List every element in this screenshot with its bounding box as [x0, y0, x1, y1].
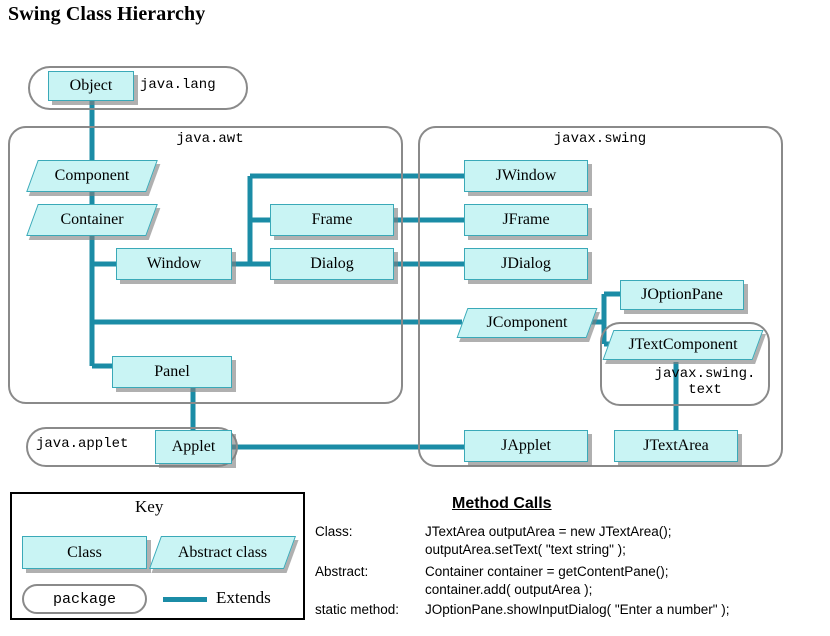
key-package-swatch: package — [22, 584, 147, 614]
key-title: Key — [135, 497, 164, 516]
class-node-container[interactable]: Container — [26, 204, 158, 236]
package-java-applet-label: java.applet — [36, 436, 129, 452]
key-class-label: Class — [67, 543, 102, 561]
method-calls-row-code-abstract-1: Container container = getContentPane(); — [425, 564, 669, 579]
package-javax-swing-label: javax.swing — [553, 131, 647, 147]
class-node-jcomponent-label: JComponent — [486, 314, 568, 331]
method-calls-row-code-abstract-2: container.add( outputArea ); — [425, 582, 593, 597]
class-node-dialog-label: Dialog — [310, 255, 354, 272]
class-node-container-label: Container — [60, 211, 124, 228]
class-node-window[interactable]: Window — [116, 248, 232, 280]
class-node-window-label: Window — [146, 255, 202, 272]
class-node-jdialog-label: JDialog — [501, 255, 551, 272]
key-extends-label: Extends — [216, 588, 271, 607]
method-calls-row-code-class-1: JTextArea outputArea = new JTextArea(); — [425, 524, 672, 539]
class-node-jframe-label: JFrame — [502, 211, 550, 228]
class-node-jtextcomponent-label: JTextComponent — [628, 336, 738, 353]
method-calls-title: Method Calls — [452, 495, 552, 512]
class-node-joptionpane[interactable]: JOptionPane — [620, 280, 744, 310]
method-calls-row-label-class: Class: — [315, 524, 353, 539]
class-node-jdialog[interactable]: JDialog — [464, 248, 588, 280]
class-node-applet[interactable]: Applet — [155, 430, 232, 464]
key-extends-line — [163, 597, 207, 602]
package-java-awt-label: java.awt — [176, 131, 244, 147]
method-calls-row-code-class-2: outputArea.setText( "text string" ); — [425, 542, 626, 557]
key-abstract-label: Abstract class — [177, 543, 268, 561]
page-title: Swing Class Hierarchy — [8, 3, 206, 25]
class-node-component-label: Component — [54, 167, 130, 184]
method-calls-row-label-static: static method: — [315, 602, 400, 617]
class-node-jwindow[interactable]: JWindow — [464, 160, 588, 192]
class-node-jtextcomponent[interactable]: JTextComponent — [602, 330, 764, 360]
class-node-object[interactable]: Object — [48, 71, 134, 101]
class-node-panel-label: Panel — [154, 363, 190, 380]
key-class-swatch: Class — [22, 536, 147, 569]
swing-class-hierarchy-diagram: Swing Class Hierarchy java.lang java.awt… — [0, 0, 830, 636]
method-calls-row-code-static-1: JOptionPane.showInputDialog( "Enter a nu… — [425, 602, 730, 617]
package-javax-swing-text-label: javax.swing. text — [654, 366, 756, 398]
class-node-applet-label: Applet — [171, 438, 216, 455]
package-java-lang-label: java.lang — [140, 77, 216, 93]
class-node-jframe[interactable]: JFrame — [464, 204, 588, 236]
class-node-jtextarea[interactable]: JTextArea — [614, 430, 738, 462]
method-calls-row-label-abstract: Abstract: — [315, 564, 369, 579]
class-node-frame[interactable]: Frame — [270, 204, 394, 236]
class-node-jtextarea-label: JTextArea — [643, 437, 709, 454]
class-node-joptionpane-label: JOptionPane — [641, 286, 723, 303]
class-node-japplet[interactable]: JApplet — [464, 430, 588, 462]
class-node-japplet-label: JApplet — [501, 437, 551, 454]
key-abstract-swatch: Abstract class — [148, 536, 297, 569]
class-node-component[interactable]: Component — [26, 160, 158, 192]
class-node-frame-label: Frame — [311, 211, 353, 228]
class-node-jcomponent[interactable]: JComponent — [456, 308, 598, 338]
class-node-object-label: Object — [69, 77, 113, 94]
key-package-label: package — [52, 590, 116, 608]
class-node-panel[interactable]: Panel — [112, 356, 232, 388]
class-node-jwindow-label: JWindow — [495, 167, 557, 184]
class-node-dialog[interactable]: Dialog — [270, 248, 394, 280]
